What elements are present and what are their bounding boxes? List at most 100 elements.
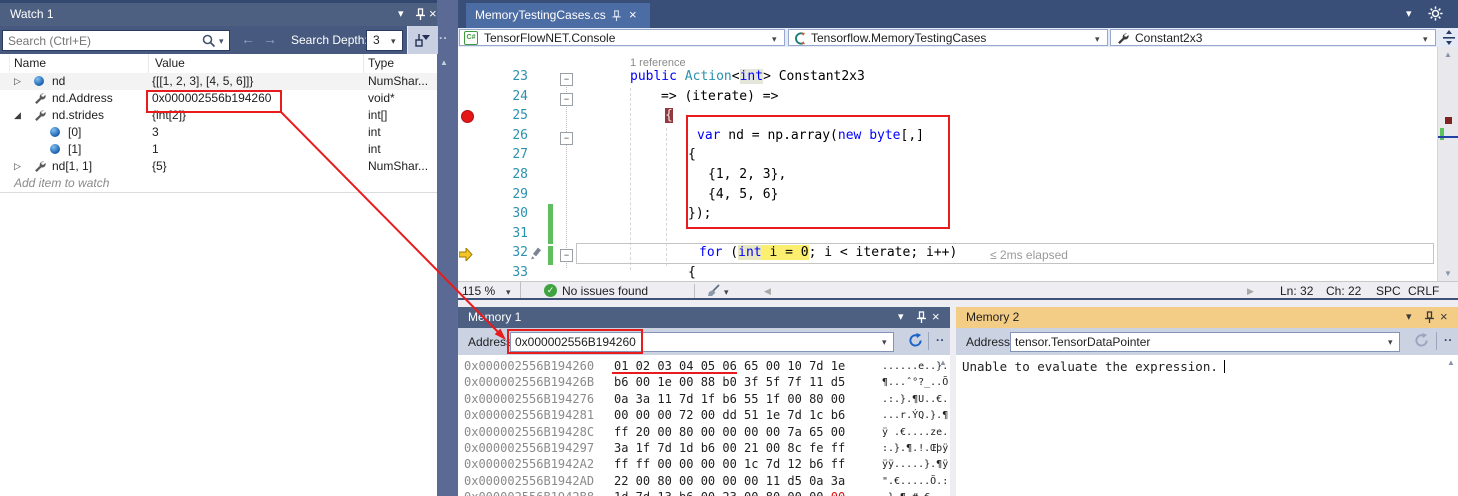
pin-icon[interactable] xyxy=(415,8,426,21)
chevron-down-icon[interactable]: ▾ xyxy=(1388,337,1393,348)
memory1-hex-view[interactable]: 0x000002556B19426001 02 03 04 05 06 65 0… xyxy=(458,355,950,496)
add-item-placeholder[interactable]: Add item to watch xyxy=(14,176,109,190)
line-ending-indicator[interactable]: CRLF xyxy=(1408,284,1439,298)
code-line[interactable]: for (int i = 0; i < iterate; i++) xyxy=(699,245,957,260)
watch-row[interactable]: ▷nd{[[1, 2, 3], [4, 5, 6]]}NumShar... xyxy=(0,73,437,91)
line-number[interactable]: 23 xyxy=(458,69,528,84)
column-indicator[interactable]: Ch: 22 xyxy=(1326,284,1361,298)
column-header-value[interactable]: Value xyxy=(155,56,185,70)
format-specifier-icon[interactable] xyxy=(414,32,431,49)
watch-value[interactable]: 0x000002556b194260 xyxy=(152,91,271,105)
hscroll-left-icon[interactable]: ◀ xyxy=(764,286,771,297)
expander-expanded-icon[interactable]: ◢ xyxy=(14,110,21,121)
codelens-references[interactable]: 1 reference xyxy=(630,57,686,69)
code-line[interactable]: public Action<int> Constant2x3 xyxy=(630,69,865,84)
watch-row[interactable]: [1]1int xyxy=(0,141,437,159)
search-depth-select[interactable]: 3 ▾ xyxy=(366,30,403,51)
search-back-icon[interactable]: ← xyxy=(241,31,255,47)
project-dropdown[interactable]: C# TensorFlowNET.Console ▾ xyxy=(459,29,785,46)
watch-value[interactable]: {5} xyxy=(152,159,167,173)
panel-splitter[interactable] xyxy=(437,0,458,496)
scroll-up-icon[interactable]: ▲ xyxy=(1444,50,1452,59)
pin-icon[interactable] xyxy=(916,311,927,324)
memory1-address-input[interactable] xyxy=(510,332,894,352)
code-line[interactable]: }); xyxy=(688,206,711,221)
line-number[interactable]: 26 xyxy=(458,128,528,143)
window-position-icon[interactable]: ▾ xyxy=(398,7,404,20)
fold-toggle[interactable]: − xyxy=(560,73,573,86)
scroll-up-icon[interactable]: ▲ xyxy=(939,358,947,367)
code-cleanup-broom-icon[interactable] xyxy=(706,284,721,298)
watch-titlebar[interactable]: Watch 1 ▾ × xyxy=(0,3,437,26)
line-number[interactable]: 28 xyxy=(458,167,528,182)
close-icon[interactable]: × xyxy=(1440,309,1448,324)
code-line[interactable]: { xyxy=(688,265,696,280)
line-number[interactable]: 27 xyxy=(458,147,528,162)
memory-hex-bytes[interactable]: ff ff 00 00 00 00 1c 7d 12 b6 ff xyxy=(614,457,845,471)
chevron-down-icon[interactable]: ▾ xyxy=(882,337,887,348)
tab-memorytestingcases[interactable]: MemoryTestingCases.cs × xyxy=(466,3,650,28)
memory-hex-bytes[interactable]: b6 00 1e 00 88 b0 3f 5f 7f 11 d5 xyxy=(614,375,845,389)
pin-icon[interactable] xyxy=(1424,311,1435,324)
watch-value[interactable]: {[[1, 2, 3], [4, 5, 6]]} xyxy=(152,74,253,88)
memory-hex-bytes[interactable]: 0a 3a 11 7d 1f b6 55 1f 00 80 00 xyxy=(614,392,845,406)
expander-collapsed-icon[interactable]: ▷ xyxy=(14,161,21,172)
toolbar-overflow-icon[interactable]: .. xyxy=(936,330,945,344)
watch-row[interactable]: nd.Address0x000002556b194260void* xyxy=(0,90,437,108)
editor-vscrollbar[interactable]: ▲ ▼ xyxy=(1437,47,1458,281)
close-icon[interactable]: × xyxy=(932,309,940,324)
code-line[interactable]: {1, 2, 3}, xyxy=(708,167,786,182)
code-line[interactable]: {4, 5, 6} xyxy=(708,187,778,202)
type-dropdown[interactable]: Tensorflow.MemoryTestingCases ▾ xyxy=(788,29,1108,46)
watch-value[interactable]: 3 xyxy=(152,125,159,139)
memory2-titlebar[interactable]: Memory 2 ▾ × xyxy=(956,307,1458,328)
pin-icon[interactable] xyxy=(611,10,622,22)
watch-value[interactable]: 1 xyxy=(152,142,159,156)
line-number[interactable]: 29 xyxy=(458,187,528,202)
memory-hex-bytes[interactable]: 3a 1f 7d 1d b6 00 21 00 8c fe ff xyxy=(614,441,845,455)
perf-tip[interactable]: ≤ 2ms elapsed xyxy=(990,248,1068,262)
code-line[interactable]: var nd = np.array(new byte[,] xyxy=(697,128,924,143)
health-status[interactable]: No issues found xyxy=(562,284,648,298)
memory-hex-bytes[interactable]: 22 00 80 00 00 00 00 11 d5 0a 3a xyxy=(614,474,845,488)
gear-icon[interactable] xyxy=(1428,6,1443,21)
watch-row[interactable]: ▷nd[1, 1]{5}NumShar... xyxy=(0,158,437,176)
expander-collapsed-icon[interactable]: ▷ xyxy=(14,76,21,87)
current-statement-arrow-icon[interactable] xyxy=(459,248,473,264)
watch-row[interactable]: ◢nd.strides{int[2]}int[] xyxy=(0,107,437,125)
memory1-titlebar[interactable]: Memory 1 ▾ × xyxy=(458,307,950,328)
memory2-message[interactable]: Unable to evaluate the expression. xyxy=(962,359,1225,374)
column-header-type[interactable]: Type xyxy=(368,56,394,70)
insert-mode-indicator[interactable]: SPC xyxy=(1376,284,1401,298)
window-position-icon[interactable]: ▾ xyxy=(1406,310,1412,323)
search-options-dropdown-icon[interactable]: ▾ xyxy=(219,36,224,47)
memory-hex-bytes[interactable]: 1d 7d 13 b6 00 23 00 80 00 00 00 xyxy=(614,490,845,496)
member-dropdown[interactable]: Constant2x3 ▾ xyxy=(1110,29,1436,46)
memory-hex-bytes[interactable]: ff 20 00 80 00 00 00 00 7a 65 00 xyxy=(614,425,845,439)
watch-row[interactable]: [0]3int xyxy=(0,124,437,142)
code-line[interactable]: { xyxy=(688,147,696,162)
fold-toggle[interactable]: − xyxy=(560,249,573,262)
memory2-address-input[interactable] xyxy=(1010,332,1400,352)
column-header-name[interactable]: Name xyxy=(14,56,46,70)
close-icon[interactable]: × xyxy=(629,7,637,22)
scroll-down-icon[interactable]: ▼ xyxy=(1444,269,1452,278)
close-icon[interactable]: × xyxy=(429,6,437,21)
chevron-down-icon[interactable]: ▾ xyxy=(724,287,729,298)
code-line[interactable]: { xyxy=(665,108,673,123)
toolbar-overflow-icon[interactable]: .. xyxy=(439,28,448,42)
window-position-icon[interactable]: ▾ xyxy=(898,310,904,323)
memory-hex-bytes[interactable]: 01 02 03 04 05 06 65 00 10 7d 1e xyxy=(614,359,845,373)
split-window-icon[interactable] xyxy=(1442,30,1456,45)
search-forward-icon[interactable]: → xyxy=(263,31,277,47)
toolbar-overflow-icon[interactable]: .. xyxy=(1444,330,1453,344)
search-icon[interactable] xyxy=(202,34,216,48)
watch-scroll-up-icon[interactable]: ▲ xyxy=(440,58,448,67)
fold-toggle[interactable]: − xyxy=(560,132,573,145)
line-number[interactable]: 31 xyxy=(458,226,528,241)
hscroll-right-icon[interactable]: ▶ xyxy=(1247,286,1254,297)
line-number[interactable]: 24 xyxy=(458,89,528,104)
watch-value[interactable]: {int[2]} xyxy=(152,108,186,122)
search-input[interactable] xyxy=(2,30,230,51)
window-position-icon[interactable]: ▾ xyxy=(1406,7,1412,20)
